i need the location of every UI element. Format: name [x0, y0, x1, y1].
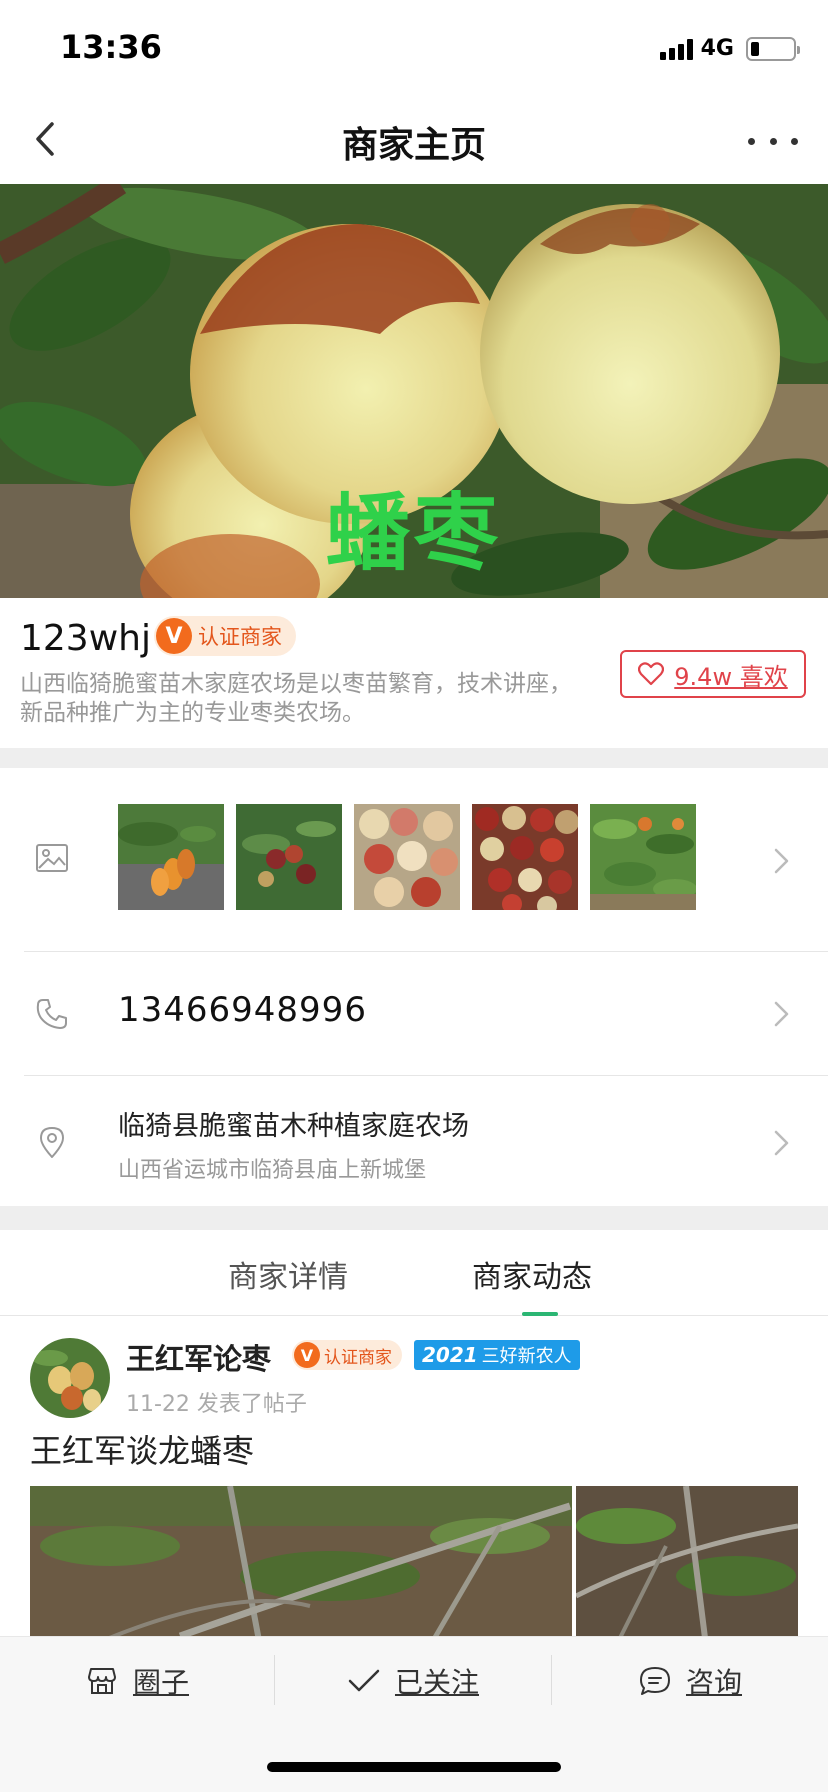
chevron-right-icon: [774, 1130, 789, 1156]
farm-name: 临猗县脆蜜苗木种植家庭农场: [118, 1111, 469, 1142]
store-icon: [87, 1668, 116, 1694]
gallery-thumbnail[interactable]: [354, 804, 460, 910]
address-row[interactable]: 临猗县脆蜜苗木种植家庭农场 山西省运城市临猗县庙上新城堡: [0, 1076, 828, 1206]
cert-label: 认证商家: [198, 625, 282, 649]
phone-row[interactable]: 13466948996: [0, 952, 828, 1076]
gallery-thumbnail[interactable]: [236, 804, 342, 910]
tab-merchant-details[interactable]: 商家详情: [228, 1252, 348, 1296]
like-count: 9.4w 喜欢: [674, 662, 788, 691]
certified-merchant-badge: V 认证商家: [154, 616, 296, 656]
post-title[interactable]: 王红军谈龙蟠枣: [30, 1426, 254, 1472]
consult-button[interactable]: 咨询: [552, 1637, 828, 1725]
post-author[interactable]: 王红军论枣: [126, 1336, 271, 1378]
consult-label: 咨询: [685, 1666, 742, 1699]
merchant-header: 123whj V 认证商家 山西临猗脆蜜苗木家庭农场是以枣苗繁育，技术讲座，新品…: [0, 598, 828, 748]
circle-button[interactable]: 圈子: [0, 1637, 274, 1725]
gallery-thumbnails: [118, 804, 696, 910]
network-type: 4G: [700, 36, 734, 61]
gallery-thumbnail[interactable]: [118, 804, 224, 910]
battery-icon: [746, 36, 800, 61]
gallery-row[interactable]: [0, 768, 828, 952]
image-icon: [36, 844, 68, 872]
merchant-description: 山西临猗脆蜜苗木家庭农场是以枣苗繁育，技术讲座，新品种推广为主的专业枣类农场。: [20, 671, 572, 726]
post-image[interactable]: [576, 1486, 798, 1636]
tab-merchant-activity[interactable]: 商家动态: [472, 1252, 592, 1296]
more-dots-icon: [748, 137, 755, 145]
battery-level: [751, 41, 759, 56]
heart-outline-icon: [638, 662, 665, 686]
status-bar: 13:36 4G: [0, 0, 828, 96]
status-time: 13:36: [60, 28, 162, 66]
status-indicators: 4G: [659, 36, 800, 61]
post-image[interactable]: [30, 1486, 572, 1636]
avatar[interactable]: [30, 1338, 110, 1418]
phone-icon: [36, 999, 67, 1029]
checkmark-icon: [348, 1669, 380, 1692]
post-meta: 11-22 发表了帖子: [126, 1392, 307, 1417]
follow-label: 已关注: [394, 1666, 479, 1699]
farm-address: 山西省运城市临猗县庙上新城堡: [118, 1158, 427, 1183]
merchant-name: 123whj: [20, 618, 151, 659]
gallery-thumbnail[interactable]: [472, 804, 578, 910]
chat-bubble-icon: [639, 1667, 670, 1695]
section-gap: [0, 748, 828, 768]
like-button[interactable]: 9.4w 喜欢: [620, 650, 806, 698]
tab-bar: 商家详情 商家动态: [0, 1230, 828, 1316]
circle-label: 圈子: [132, 1666, 189, 1699]
activity-post[interactable]: 王红军论枣 V 认证商家 2021 三好新农人 11-22 发表了帖子 王红军谈…: [0, 1316, 828, 1636]
award-year: 2021: [422, 1343, 478, 1367]
home-indicator: [267, 1762, 561, 1772]
certified-merchant-badge: V 认证商家: [292, 1340, 402, 1370]
follow-button[interactable]: 已关注: [275, 1637, 551, 1725]
section-gap: [0, 1206, 828, 1230]
nav-bar: 商家主页: [0, 96, 828, 184]
cert-label: 认证商家: [324, 1347, 392, 1368]
post-images: [30, 1486, 798, 1636]
page-title: 商家主页: [341, 125, 486, 166]
more-button[interactable]: [748, 126, 798, 156]
chevron-right-icon: [774, 848, 789, 874]
verified-v-icon: V: [156, 618, 192, 654]
award-label: 三好新农人: [481, 1346, 572, 1367]
verified-v-icon: V: [294, 1342, 320, 1368]
location-pin-icon: [40, 1127, 64, 1158]
award-badge: 2021 三好新农人: [414, 1340, 580, 1370]
hero-banner[interactable]: 蟠枣: [0, 184, 828, 598]
gallery-thumbnail[interactable]: [590, 804, 696, 910]
chevron-right-icon: [774, 1001, 789, 1027]
signal-icon: [659, 38, 693, 60]
phone-number[interactable]: 13466948996: [118, 990, 367, 1030]
hero-caption: 蟠枣: [325, 484, 502, 582]
